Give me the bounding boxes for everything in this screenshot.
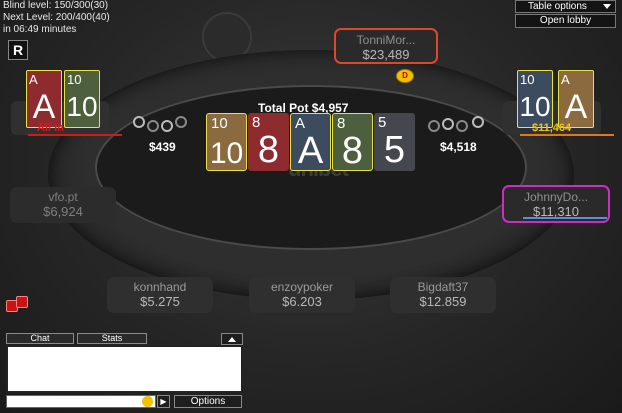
chip-stack-right xyxy=(428,116,492,136)
seat-tonnimor[interactable]: TonniMor... $23,489 xyxy=(334,28,438,64)
right-hero-stack: $11,464 xyxy=(532,122,572,134)
seat-vfo-pt[interactable]: vfo.pt $6,924 xyxy=(10,187,116,223)
timer-bar xyxy=(523,217,607,219)
hole-card: AA xyxy=(26,70,62,128)
chevron-down-icon xyxy=(603,4,611,9)
player-name: Bigdaft37 xyxy=(417,280,469,294)
tab-chat[interactable]: Chat xyxy=(6,333,74,344)
dice-icon[interactable] xyxy=(6,296,32,314)
options-button[interactable]: Options xyxy=(174,395,242,408)
player-name: vfo.pt xyxy=(48,190,78,204)
player-name: JohnnyDo... xyxy=(523,190,589,204)
open-lobby-button[interactable]: Open lobby xyxy=(515,14,616,28)
hole-card: 10 10 xyxy=(517,70,553,128)
board-card: 88 xyxy=(248,113,289,171)
tab-stats[interactable]: Stats xyxy=(77,333,147,344)
seat-konnhand[interactable]: konnhand $5.275 xyxy=(107,277,213,313)
table-options-button[interactable]: Table options xyxy=(515,0,616,13)
player-stack: $12.859 xyxy=(419,294,467,309)
chat-log xyxy=(6,345,243,393)
player-stack: $5.275 xyxy=(140,294,180,309)
next-level-text: Next Level: 200/400(40) xyxy=(3,12,110,23)
bet-amount-right: $4,518 xyxy=(440,140,477,154)
board-card: 88 xyxy=(332,113,373,171)
player-stack: $6.203 xyxy=(282,294,322,309)
timer-bar xyxy=(28,134,122,136)
send-button[interactable]: ▶ xyxy=(157,395,170,408)
player-name: enzoypoker xyxy=(270,280,334,294)
bet-amount-left: $439 xyxy=(149,140,176,154)
seat-enzoypoker[interactable]: enzoypoker $6.203 xyxy=(249,277,355,313)
chat-input[interactable] xyxy=(6,395,156,408)
player-name: konnhand xyxy=(133,280,187,294)
time-remaining-text: in 06:49 minutes xyxy=(3,24,77,35)
board-card: AA xyxy=(290,113,331,171)
board-card: 10 10 xyxy=(206,113,247,171)
dealer-button-icon: D xyxy=(396,69,414,83)
player-name: TonniMor... xyxy=(356,33,416,47)
seat-bigdaft37[interactable]: Bigdaft37 $12.859 xyxy=(390,277,496,313)
collapse-chat-button[interactable] xyxy=(221,333,243,345)
player-stack: $23,489 xyxy=(362,47,410,62)
chevron-up-icon xyxy=(228,337,236,342)
player-stack: $6,924 xyxy=(43,204,83,219)
chip-stack-left xyxy=(133,116,193,136)
hole-card: 10 10 xyxy=(64,70,100,128)
replay-button[interactable]: R xyxy=(8,40,28,60)
smiley-icon[interactable] xyxy=(142,396,153,407)
table-options-label: Table options xyxy=(528,1,587,12)
timer-bar xyxy=(520,134,614,136)
blind-level-text: Blind level: 150/300(30) xyxy=(3,0,109,11)
all-in-status: All In xyxy=(37,122,64,134)
board-card: 55 xyxy=(374,113,415,171)
blind-info: Blind level: 150/300(30) Next Level: 200… xyxy=(3,0,110,36)
hole-card: AA xyxy=(558,70,594,128)
